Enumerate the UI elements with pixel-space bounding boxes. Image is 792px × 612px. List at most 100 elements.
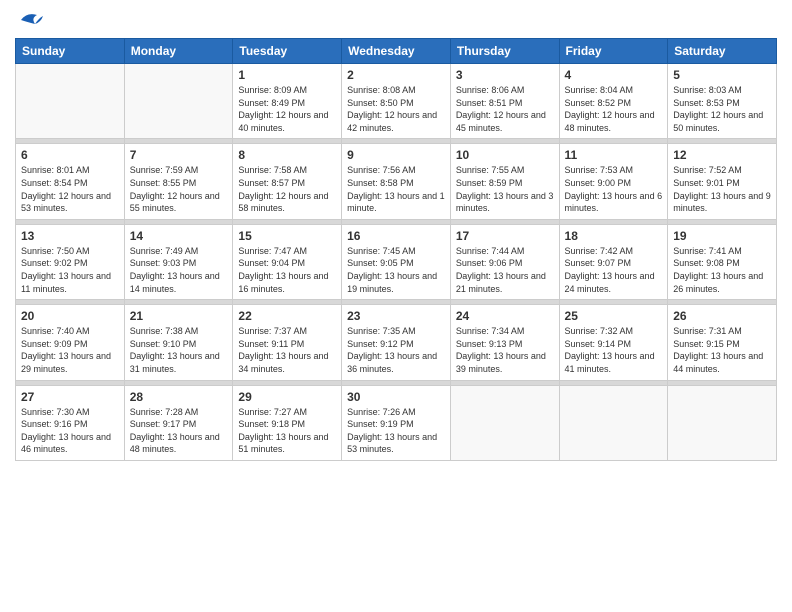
day-number: 19 [673,229,771,243]
table-row: 12 Sunrise: 7:52 AM Sunset: 9:01 PM Dayli… [668,144,777,219]
table-row: 20 Sunrise: 7:40 AM Sunset: 9:09 PM Dayli… [16,305,125,380]
table-row: 22 Sunrise: 7:37 AM Sunset: 9:11 PM Dayli… [233,305,342,380]
table-row: 19 Sunrise: 7:41 AM Sunset: 9:08 PM Dayli… [668,224,777,299]
calendar-week-row: 27 Sunrise: 7:30 AM Sunset: 9:16 PM Dayli… [16,385,777,460]
header [15,10,777,30]
col-tuesday: Tuesday [233,39,342,64]
day-info: Sunrise: 7:40 AM Sunset: 9:09 PM Dayligh… [21,325,119,375]
day-number: 7 [130,148,228,162]
day-info: Sunrise: 7:42 AM Sunset: 9:07 PM Dayligh… [565,245,663,295]
table-row: 13 Sunrise: 7:50 AM Sunset: 9:02 PM Dayli… [16,224,125,299]
calendar-table: Sunday Monday Tuesday Wednesday Thursday… [15,38,777,461]
day-info: Sunrise: 7:37 AM Sunset: 9:11 PM Dayligh… [238,325,336,375]
day-number: 14 [130,229,228,243]
day-info: Sunrise: 7:30 AM Sunset: 9:16 PM Dayligh… [21,406,119,456]
day-number: 9 [347,148,445,162]
day-number: 30 [347,390,445,404]
table-row: 29 Sunrise: 7:27 AM Sunset: 9:18 PM Dayli… [233,385,342,460]
table-row: 23 Sunrise: 7:35 AM Sunset: 9:12 PM Dayli… [342,305,451,380]
day-info: Sunrise: 8:03 AM Sunset: 8:53 PM Dayligh… [673,84,771,134]
table-row [668,385,777,460]
day-info: Sunrise: 8:08 AM Sunset: 8:50 PM Dayligh… [347,84,445,134]
day-info: Sunrise: 8:06 AM Sunset: 8:51 PM Dayligh… [456,84,554,134]
day-info: Sunrise: 7:44 AM Sunset: 9:06 PM Dayligh… [456,245,554,295]
day-number: 1 [238,68,336,82]
day-number: 12 [673,148,771,162]
day-info: Sunrise: 7:50 AM Sunset: 9:02 PM Dayligh… [21,245,119,295]
day-info: Sunrise: 7:53 AM Sunset: 9:00 PM Dayligh… [565,164,663,214]
col-sunday: Sunday [16,39,125,64]
col-friday: Friday [559,39,668,64]
day-number: 15 [238,229,336,243]
table-row: 27 Sunrise: 7:30 AM Sunset: 9:16 PM Dayli… [16,385,125,460]
day-number: 25 [565,309,663,323]
day-info: Sunrise: 7:56 AM Sunset: 8:58 PM Dayligh… [347,164,445,214]
day-number: 4 [565,68,663,82]
day-number: 5 [673,68,771,82]
day-info: Sunrise: 7:32 AM Sunset: 9:14 PM Dayligh… [565,325,663,375]
day-info: Sunrise: 7:28 AM Sunset: 9:17 PM Dayligh… [130,406,228,456]
table-row: 9 Sunrise: 7:56 AM Sunset: 8:58 PM Daylig… [342,144,451,219]
table-row: 14 Sunrise: 7:49 AM Sunset: 9:03 PM Dayli… [124,224,233,299]
table-row: 21 Sunrise: 7:38 AM Sunset: 9:10 PM Dayli… [124,305,233,380]
table-row [450,385,559,460]
day-info: Sunrise: 7:52 AM Sunset: 9:01 PM Dayligh… [673,164,771,214]
table-row: 15 Sunrise: 7:47 AM Sunset: 9:04 PM Dayli… [233,224,342,299]
logo-bird-icon [17,10,45,30]
day-info: Sunrise: 7:58 AM Sunset: 8:57 PM Dayligh… [238,164,336,214]
day-number: 2 [347,68,445,82]
table-row: 30 Sunrise: 7:26 AM Sunset: 9:19 PM Dayli… [342,385,451,460]
col-wednesday: Wednesday [342,39,451,64]
calendar-week-row: 6Sunrise: 8:01 AM Sunset: 8:54 PM Daylig… [16,144,777,219]
table-row: 4 Sunrise: 8:04 AM Sunset: 8:52 PM Daylig… [559,64,668,139]
logo [15,10,45,30]
table-row: 11Sunrise: 7:53 AM Sunset: 9:00 PM Dayli… [559,144,668,219]
day-number: 3 [456,68,554,82]
day-number: 13 [21,229,119,243]
table-row: 26Sunrise: 7:31 AM Sunset: 9:15 PM Dayli… [668,305,777,380]
day-info: Sunrise: 7:34 AM Sunset: 9:13 PM Dayligh… [456,325,554,375]
table-row: 5 Sunrise: 8:03 AM Sunset: 8:53 PM Daylig… [668,64,777,139]
day-info: Sunrise: 8:09 AM Sunset: 8:49 PM Dayligh… [238,84,336,134]
day-number: 8 [238,148,336,162]
day-number: 16 [347,229,445,243]
day-info: Sunrise: 7:55 AM Sunset: 8:59 PM Dayligh… [456,164,554,214]
day-number: 22 [238,309,336,323]
day-info: Sunrise: 7:45 AM Sunset: 9:05 PM Dayligh… [347,245,445,295]
day-number: 23 [347,309,445,323]
page: Sunday Monday Tuesday Wednesday Thursday… [0,0,792,612]
day-number: 17 [456,229,554,243]
day-number: 27 [21,390,119,404]
calendar-week-row: 13 Sunrise: 7:50 AM Sunset: 9:02 PM Dayli… [16,224,777,299]
table-row: 8 Sunrise: 7:58 AM Sunset: 8:57 PM Daylig… [233,144,342,219]
day-info: Sunrise: 7:41 AM Sunset: 9:08 PM Dayligh… [673,245,771,295]
day-info: Sunrise: 7:27 AM Sunset: 9:18 PM Dayligh… [238,406,336,456]
table-row: 6Sunrise: 8:01 AM Sunset: 8:54 PM Daylig… [16,144,125,219]
day-info: Sunrise: 7:38 AM Sunset: 9:10 PM Dayligh… [130,325,228,375]
calendar-header-row: Sunday Monday Tuesday Wednesday Thursday… [16,39,777,64]
day-info: Sunrise: 7:35 AM Sunset: 9:12 PM Dayligh… [347,325,445,375]
table-row: 3 Sunrise: 8:06 AM Sunset: 8:51 PM Daylig… [450,64,559,139]
table-row: 24 Sunrise: 7:34 AM Sunset: 9:13 PM Dayli… [450,305,559,380]
table-row: 2 Sunrise: 8:08 AM Sunset: 8:50 PM Daylig… [342,64,451,139]
day-info: Sunrise: 8:04 AM Sunset: 8:52 PM Dayligh… [565,84,663,134]
table-row: 25 Sunrise: 7:32 AM Sunset: 9:14 PM Dayli… [559,305,668,380]
day-number: 21 [130,309,228,323]
table-row: 17 Sunrise: 7:44 AM Sunset: 9:06 PM Dayli… [450,224,559,299]
col-thursday: Thursday [450,39,559,64]
calendar-week-row: 1 Sunrise: 8:09 AM Sunset: 8:49 PM Daylig… [16,64,777,139]
table-row [124,64,233,139]
day-info: Sunrise: 7:47 AM Sunset: 9:04 PM Dayligh… [238,245,336,295]
day-number: 20 [21,309,119,323]
table-row [559,385,668,460]
calendar-week-row: 20 Sunrise: 7:40 AM Sunset: 9:09 PM Dayli… [16,305,777,380]
day-number: 18 [565,229,663,243]
table-row: 1 Sunrise: 8:09 AM Sunset: 8:49 PM Daylig… [233,64,342,139]
day-info: Sunrise: 7:26 AM Sunset: 9:19 PM Dayligh… [347,406,445,456]
day-number: 29 [238,390,336,404]
day-info: Sunrise: 7:49 AM Sunset: 9:03 PM Dayligh… [130,245,228,295]
day-number: 26 [673,309,771,323]
day-number: 10 [456,148,554,162]
day-number: 24 [456,309,554,323]
day-number: 6 [21,148,119,162]
